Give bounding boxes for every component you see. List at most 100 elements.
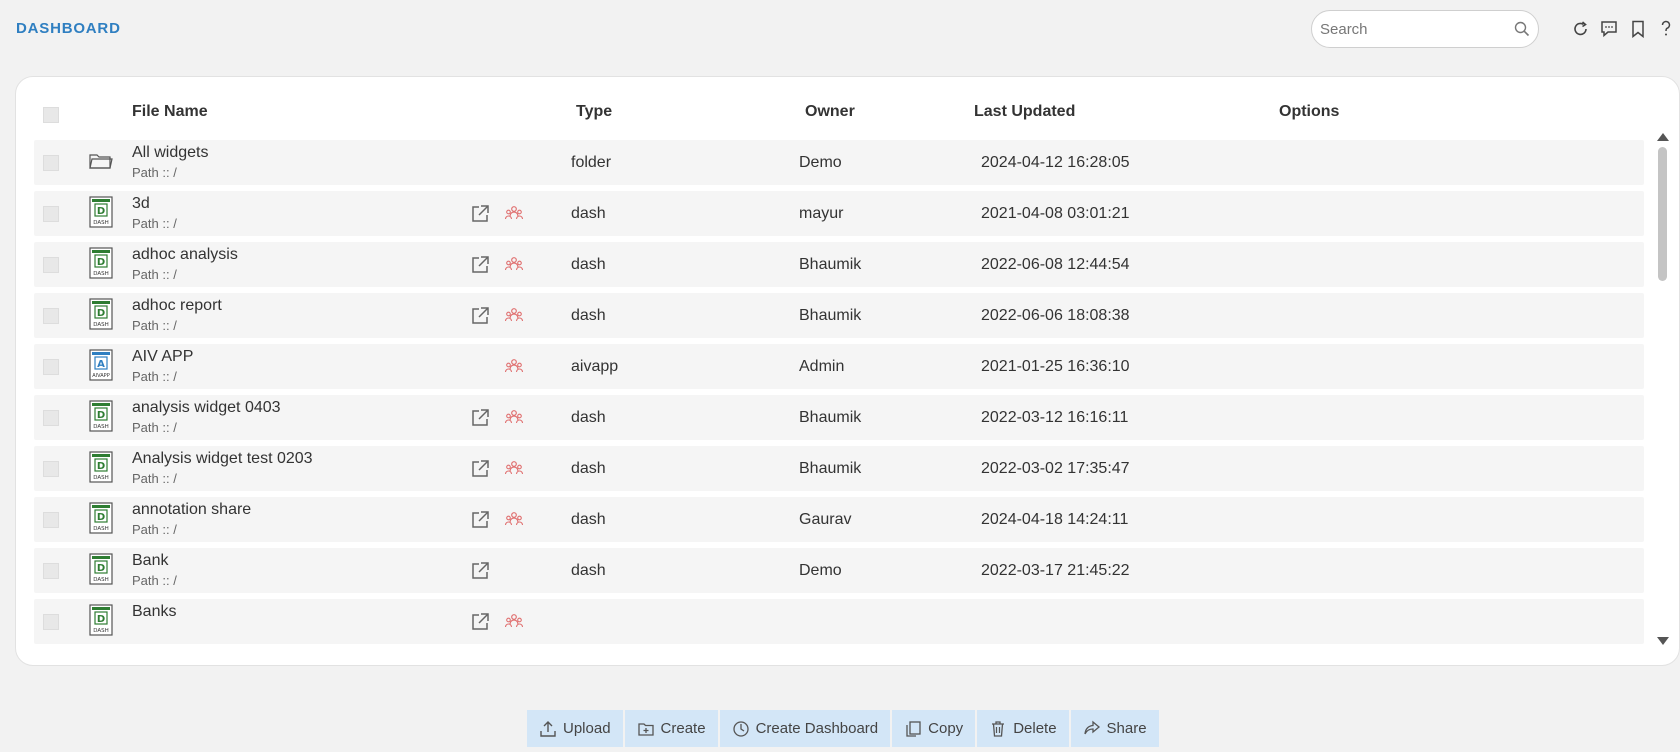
- open-external-icon[interactable]: [470, 408, 490, 433]
- delete-button[interactable]: Delete: [977, 710, 1069, 747]
- open-external-icon[interactable]: [470, 612, 490, 637]
- open-external-icon[interactable]: [470, 561, 490, 586]
- file-name[interactable]: Bank: [132, 552, 168, 570]
- comment-icon[interactable]: [1598, 18, 1620, 40]
- open-external-icon[interactable]: [470, 255, 490, 280]
- row-checkbox[interactable]: [43, 410, 59, 426]
- file-name[interactable]: adhoc report: [132, 297, 222, 315]
- row-checkbox[interactable]: [43, 257, 59, 273]
- last-updated: 2024-04-12 16:28:05: [981, 154, 1130, 171]
- file-path: Path :: /: [132, 369, 177, 384]
- action-label: Create: [660, 720, 706, 737]
- file-name[interactable]: Banks: [132, 603, 176, 621]
- share-users-icon[interactable]: [504, 613, 524, 634]
- share-users-icon[interactable]: [504, 256, 524, 277]
- last-updated: 2022-03-02 17:35:47: [981, 460, 1130, 477]
- file-name[interactable]: Analysis widget test 0203: [132, 450, 313, 468]
- table-row[interactable]: D DASH analysis widget 0403 Path :: / dash Bh…: [34, 395, 1644, 440]
- top-bar: DASHBOARD: [0, 0, 1680, 60]
- scroll-thumb[interactable]: [1658, 147, 1667, 281]
- file-name[interactable]: analysis widget 0403: [132, 399, 281, 417]
- page-title: DASHBOARD: [16, 20, 121, 37]
- share-users-icon[interactable]: [504, 307, 524, 328]
- row-checkbox[interactable]: [43, 461, 59, 477]
- svg-text:DASH: DASH: [93, 322, 109, 328]
- search-input[interactable]: [1320, 19, 1500, 39]
- row-checkbox[interactable]: [43, 308, 59, 324]
- folder-icon: [88, 150, 114, 177]
- action-label: Create Dashboard: [755, 720, 879, 737]
- file-path: Path :: /: [132, 522, 177, 537]
- file-type: aivapp: [571, 358, 619, 375]
- file-owner: Bhaumik: [799, 460, 862, 477]
- share-users-icon[interactable]: [504, 460, 524, 481]
- file-owner: Demo: [799, 562, 842, 579]
- file-type: dash: [571, 256, 606, 273]
- file-type: dash: [571, 409, 606, 426]
- file-name[interactable]: annotation share: [132, 501, 251, 519]
- table-row[interactable]: D DASH adhoc analysis Path :: / dash Bhaumik 2…: [34, 242, 1644, 287]
- table-row[interactable]: D DASH Banks: [34, 599, 1644, 644]
- row-checkbox[interactable]: [43, 206, 59, 222]
- row-checkbox[interactable]: [43, 563, 59, 579]
- aivapp-file-icon: A AIVAPP: [88, 349, 114, 386]
- scroll-up-arrow[interactable]: [1657, 133, 1669, 141]
- table-row[interactable]: D DASH Bank Path :: / dash Demo 2022-03-17 21:…: [34, 548, 1644, 593]
- refresh-icon[interactable]: [1570, 18, 1592, 40]
- copy-button[interactable]: Copy: [892, 710, 976, 747]
- create-dashboard-button[interactable]: Create Dashboard: [719, 710, 891, 747]
- create-dashboard-icon: [732, 720, 756, 738]
- table-row[interactable]: D DASH annotation share Path :: / dash Gaurav…: [34, 497, 1644, 542]
- share-icon: [1083, 720, 1107, 738]
- file-owner: Bhaumik: [799, 256, 862, 273]
- help-icon[interactable]: [1655, 18, 1677, 40]
- row-checkbox[interactable]: [43, 614, 59, 630]
- column-type[interactable]: Type: [576, 103, 612, 121]
- search-icon[interactable]: [1514, 21, 1530, 42]
- vertical-scrollbar[interactable]: [1656, 133, 1670, 653]
- open-external-icon[interactable]: [470, 459, 490, 484]
- table-row[interactable]: All widgets Path :: / folder Demo 2024-04-12…: [34, 140, 1644, 185]
- row-checkbox[interactable]: [43, 155, 59, 171]
- file-name[interactable]: All widgets: [132, 144, 208, 162]
- open-external-icon[interactable]: [470, 510, 490, 535]
- create-button[interactable]: Create: [624, 710, 718, 747]
- file-name[interactable]: AIV APP: [132, 348, 193, 366]
- row-checkbox[interactable]: [43, 359, 59, 375]
- svg-text:DASH: DASH: [93, 475, 109, 481]
- file-type: dash: [571, 307, 606, 324]
- share-users-icon[interactable]: [504, 409, 524, 430]
- share-users-icon[interactable]: [504, 358, 524, 379]
- select-all-checkbox[interactable]: [43, 107, 59, 123]
- search-box[interactable]: [1311, 10, 1539, 48]
- share-users-icon[interactable]: [504, 205, 524, 226]
- create-icon: [637, 720, 661, 738]
- last-updated: 2022-03-12 16:16:11: [981, 409, 1129, 426]
- table-row[interactable]: D DASH 3d Path :: / dash mayur 2021-04-08 03:0…: [34, 191, 1644, 236]
- share-button[interactable]: Share: [1070, 710, 1159, 747]
- table-row[interactable]: A AIVAPP AIV APPPath :: / aivapp Admin 2021-0…: [34, 344, 1644, 389]
- file-owner: Admin: [799, 358, 845, 375]
- table-row[interactable]: D DASH Analysis widget test 0203 Path :: / d…: [34, 446, 1644, 491]
- file-name[interactable]: adhoc analysis: [132, 246, 238, 264]
- upload-button[interactable]: Upload: [527, 710, 623, 747]
- dash-file-icon: D DASH: [88, 451, 114, 488]
- table-row[interactable]: D DASH adhoc report Path :: / dash Bhaumik 202…: [34, 293, 1644, 338]
- scroll-down-arrow[interactable]: [1657, 637, 1669, 645]
- column-file-name[interactable]: File Name: [132, 103, 208, 121]
- column-owner[interactable]: Owner: [805, 103, 855, 121]
- file-name[interactable]: 3d: [132, 195, 150, 213]
- table-header: File Name Type Owner Last Updated Option…: [16, 93, 1656, 131]
- svg-text:D: D: [97, 410, 105, 421]
- svg-text:DASH: DASH: [93, 628, 109, 634]
- last-updated: 2021-01-25 16:36:10: [981, 358, 1130, 375]
- row-checkbox[interactable]: [43, 512, 59, 528]
- file-path: Path :: /: [132, 471, 177, 486]
- bookmark-icon[interactable]: [1627, 18, 1649, 40]
- open-external-icon[interactable]: [470, 306, 490, 331]
- action-label: Copy: [928, 720, 964, 737]
- column-last-updated[interactable]: Last Updated: [974, 103, 1075, 121]
- share-users-icon[interactable]: [504, 511, 524, 532]
- last-updated: 2022-06-08 12:44:54: [981, 256, 1130, 273]
- open-external-icon[interactable]: [470, 204, 490, 229]
